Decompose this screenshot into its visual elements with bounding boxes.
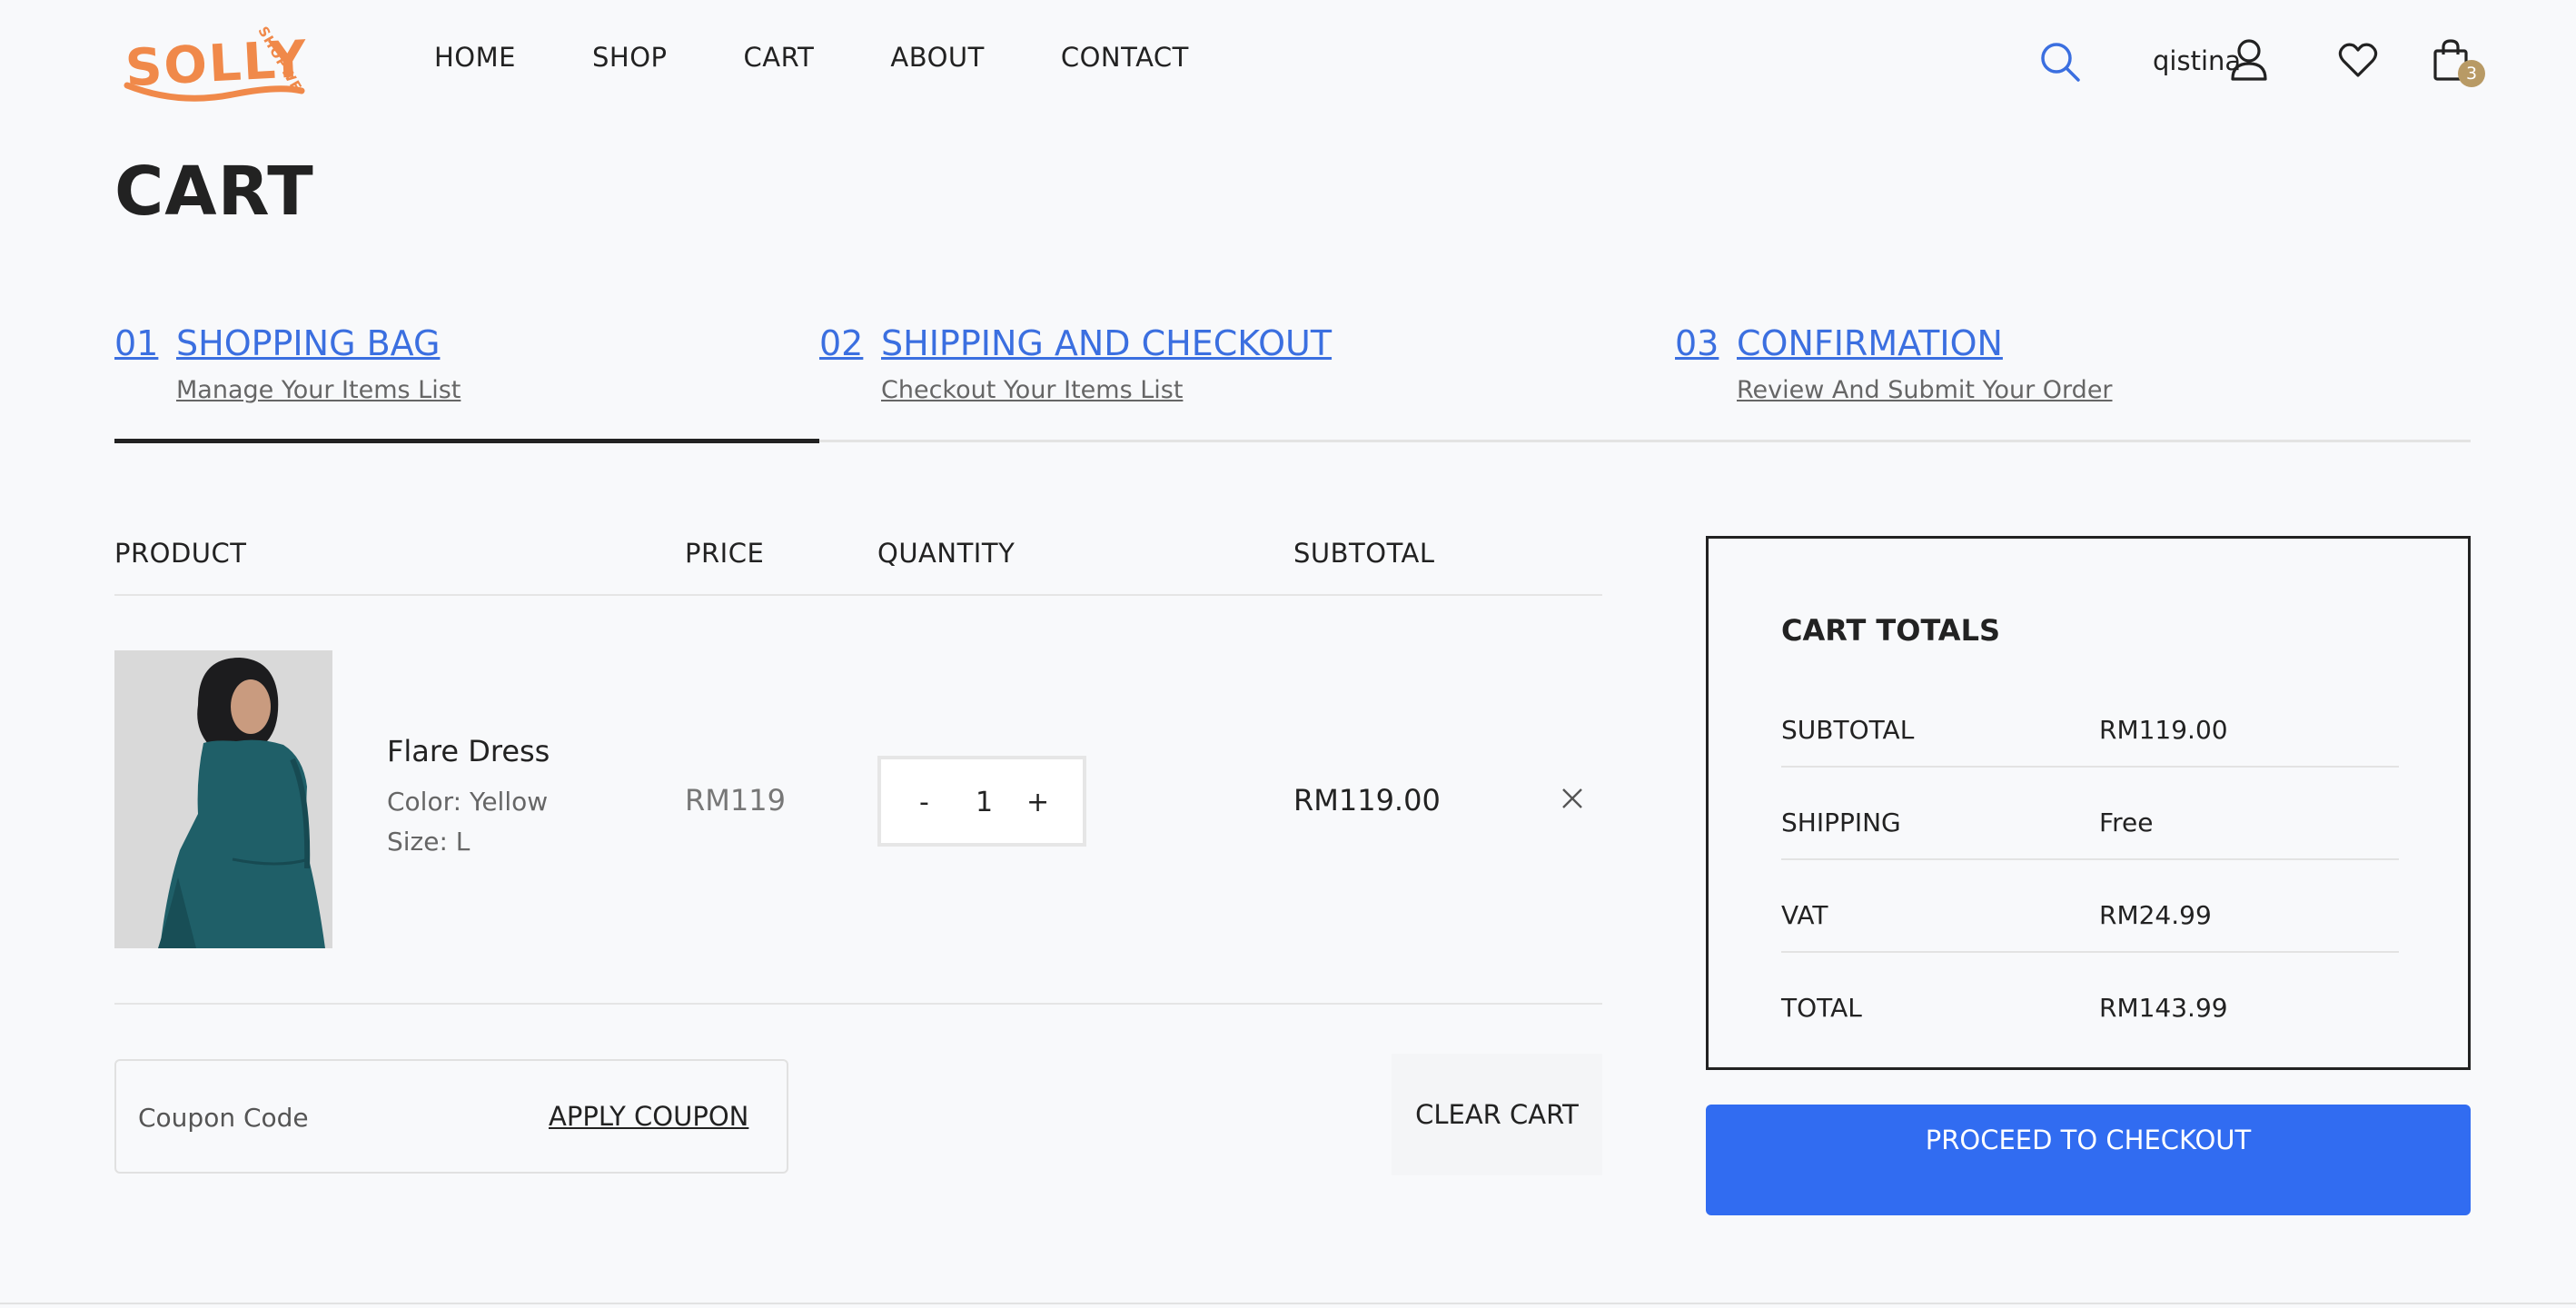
quantity-value[interactable]: 1 (976, 787, 993, 818)
step-title[interactable]: CONFIRMATION (1737, 323, 2003, 363)
totals-divider (1781, 766, 2399, 768)
totals-label: SHIPPING (1781, 808, 1901, 837)
user-icon[interactable] (2229, 38, 2269, 85)
totals-value: RM119.00 (2099, 715, 2228, 745)
heart-icon[interactable] (2338, 42, 2378, 82)
totals-value: Free (2099, 808, 2154, 837)
active-step-indicator (114, 439, 819, 443)
cart-totals-title: CART TOTALS (1781, 613, 2000, 648)
step-number: 03 (1675, 323, 1719, 363)
apply-coupon-button[interactable]: APPLY COUPON (549, 1101, 748, 1132)
row-divider (114, 1003, 1602, 1005)
totals-value: RM143.99 (2099, 993, 2228, 1023)
page-bottom-divider (0, 1303, 2576, 1304)
decrease-quantity-button[interactable]: - (919, 787, 929, 818)
user-name[interactable]: qistina (2153, 45, 2241, 76)
step-title[interactable]: SHIPPING AND CHECKOUT (881, 323, 1332, 363)
product-color: Color: Yellow (387, 787, 549, 817)
product-name[interactable]: Flare Dress (387, 734, 550, 768)
column-header-subtotal: SUBTOTAL (1293, 538, 1435, 569)
clear-cart-button[interactable]: CLEAR CART (1392, 1054, 1602, 1175)
totals-divider (1781, 951, 2399, 953)
site-header: SOLLY SHOPWE HOME SHOP CART ABOUT CONTAC… (0, 0, 2576, 127)
search-icon[interactable] (2038, 40, 2082, 87)
header-actions: qistina 3 (0, 36, 2576, 91)
totals-row-shipping: SHIPPING Free (1781, 808, 2399, 900)
step-subtitle[interactable]: Checkout Your Items List (881, 376, 1183, 404)
totals-value: RM24.99 (2099, 900, 2212, 930)
quantity-stepper: - 1 + (877, 756, 1086, 847)
totals-row-total: TOTAL RM143.99 (1781, 993, 2399, 1085)
step-title[interactable]: SHOPPING BAG (176, 323, 440, 363)
step-subtitle[interactable]: Manage Your Items List (176, 376, 461, 404)
totals-row-subtotal: SUBTOTAL RM119.00 (1781, 715, 2399, 808)
page-title: CART (114, 153, 314, 231)
column-header-quantity: QUANTITY (877, 538, 1016, 569)
product-price: RM119 (685, 783, 786, 818)
coupon-form: APPLY COUPON (114, 1059, 788, 1174)
totals-label: SUBTOTAL (1781, 715, 1915, 745)
close-icon[interactable] (1560, 787, 1584, 814)
step-subtitle[interactable]: Review And Submit Your Order (1737, 376, 2113, 404)
checkout-steps: 01 SHOPPING BAG Manage Your Items List 0… (114, 320, 2471, 447)
product-image[interactable] (114, 650, 332, 948)
column-header-price: PRICE (685, 538, 765, 569)
product-size: Size: L (387, 827, 471, 857)
cart-count-badge: 3 (2458, 60, 2485, 87)
totals-label: VAT (1781, 900, 1828, 930)
step-number: 01 (114, 323, 159, 363)
increase-quantity-button[interactable]: + (1026, 787, 1049, 818)
proceed-to-checkout-button[interactable]: PROCEED TO CHECKOUT (1706, 1105, 2471, 1215)
totals-row-vat: VAT RM24.99 (1781, 900, 2399, 993)
step-number: 02 (819, 323, 864, 363)
row-subtotal: RM119.00 (1293, 783, 1441, 818)
column-header-product: PRODUCT (114, 538, 247, 569)
coupon-code-input[interactable] (138, 1097, 501, 1137)
totals-label: TOTAL (1781, 993, 1862, 1023)
cart-totals-panel: CART TOTALS SUBTOTAL RM119.00 SHIPPING F… (1706, 536, 2471, 1070)
totals-divider (1781, 858, 2399, 860)
header-divider (114, 594, 1602, 596)
